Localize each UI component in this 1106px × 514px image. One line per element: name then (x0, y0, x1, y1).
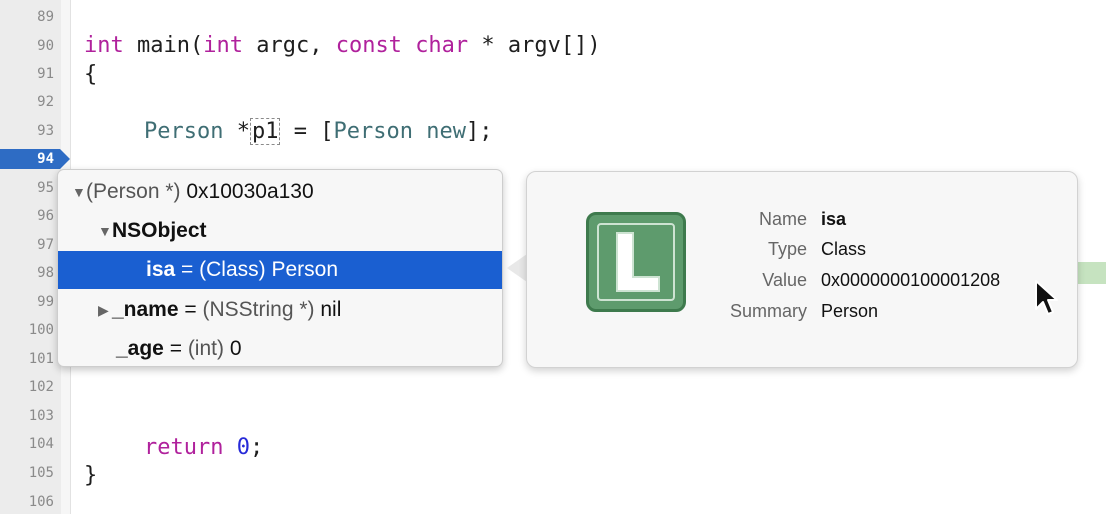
variable-type: (int) (187, 337, 224, 360)
code-text: * (223, 119, 250, 144)
line-number: 90 (37, 38, 54, 54)
line-number: 92 (37, 94, 54, 110)
line-number: 98 (37, 265, 54, 281)
line-number: 101 (28, 351, 54, 367)
code-line-105[interactable]: } (84, 463, 97, 489)
variable-row-age[interactable]: _age = (int) 0 (58, 330, 502, 366)
name-value: isa (821, 209, 847, 229)
keyword: const (335, 33, 402, 58)
line-number: 99 (37, 294, 54, 310)
variables-popover[interactable]: ▼(Person *) 0x10030a130 ▼NSObject isa = … (57, 169, 503, 367)
keyword: return (144, 435, 224, 460)
line-number-breakpoint: 94 (37, 151, 54, 167)
summary-label: Summary (729, 301, 807, 321)
line-number: 102 (28, 379, 54, 395)
code-text: ]; (465, 119, 493, 144)
code-text: * argv[]) (468, 33, 601, 58)
code-text: main( (123, 33, 204, 58)
summary-value: Person (821, 301, 879, 321)
line-number: 89 (37, 9, 54, 25)
current-line-highlight (1076, 262, 1106, 284)
line-number: 97 (37, 237, 54, 253)
line-number: 96 (37, 208, 54, 224)
line-number: 103 (28, 408, 54, 424)
disclosure-expanded-icon[interactable]: ▼ (72, 173, 86, 211)
variable-name: NSObject (112, 219, 207, 242)
type-value: Class (821, 239, 867, 259)
code-text: = [ (280, 119, 334, 144)
type-name: Person (144, 119, 224, 144)
variable-type: (Class) (199, 258, 266, 281)
code-line-93[interactable]: Person *p1 = [Person new]; (144, 118, 493, 145)
method-name: new (426, 119, 466, 144)
code-line-91[interactable]: { (84, 62, 97, 88)
keyword: char (415, 33, 469, 58)
variable-detail-popover: Name isa Type Class Value 0x000000010000… (526, 171, 1078, 368)
line-number: 100 (28, 322, 54, 338)
disclosure-expanded-icon[interactable]: ▼ (98, 212, 112, 250)
line-number: 93 (37, 123, 54, 139)
equals-sign: = (178, 298, 203, 321)
code-text: ; (249, 435, 264, 460)
name-label: Name (758, 209, 807, 229)
disclosure-collapsed-icon[interactable]: ▶ (98, 291, 112, 329)
value-value: 0x0000000100001208 (821, 270, 1001, 290)
number-literal: 0 (236, 435, 250, 460)
mouse-cursor-icon (1035, 280, 1058, 315)
hovered-variable[interactable]: p1 (249, 118, 281, 145)
line-number: 104 (28, 436, 54, 452)
value-label: Value (762, 270, 807, 290)
detail-popover-pointer (507, 254, 527, 282)
code-line-90[interactable]: int main(int argc, const char * argv[]) (84, 33, 601, 59)
equals-sign: = (163, 337, 188, 360)
variable-row-isa[interactable]: isa = (Class) Person (58, 251, 502, 289)
keyword: int (203, 33, 243, 58)
variable-type: (NSString *) (202, 298, 315, 321)
code-text: argc, (242, 33, 336, 58)
type-label: Type (767, 239, 807, 259)
line-number: 106 (28, 494, 54, 510)
variable-row-nsobject[interactable]: ▼NSObject (58, 212, 502, 250)
keyword: int (84, 33, 124, 58)
variable-value: Person (271, 258, 339, 281)
variable-row-root[interactable]: ▼(Person *) 0x10030a130 (58, 173, 502, 211)
line-number: 91 (37, 66, 54, 82)
equals-sign: = (175, 258, 200, 281)
variable-name: _name (112, 298, 179, 321)
variable-value: nil (320, 298, 342, 321)
variable-value: 0x10030a130 (186, 180, 314, 203)
variable-type: (Person *) (86, 180, 181, 203)
variable-row-name[interactable]: ▶ _name = (NSString *) nil (58, 291, 502, 329)
line-number: 95 (37, 180, 54, 196)
code-line-104[interactable]: return 0; (144, 435, 263, 461)
variable-name: isa (146, 258, 176, 281)
type-name: Person (333, 119, 413, 144)
variable-name: _age (116, 337, 164, 360)
variable-value: 0 (229, 337, 242, 360)
line-number: 105 (28, 465, 54, 481)
